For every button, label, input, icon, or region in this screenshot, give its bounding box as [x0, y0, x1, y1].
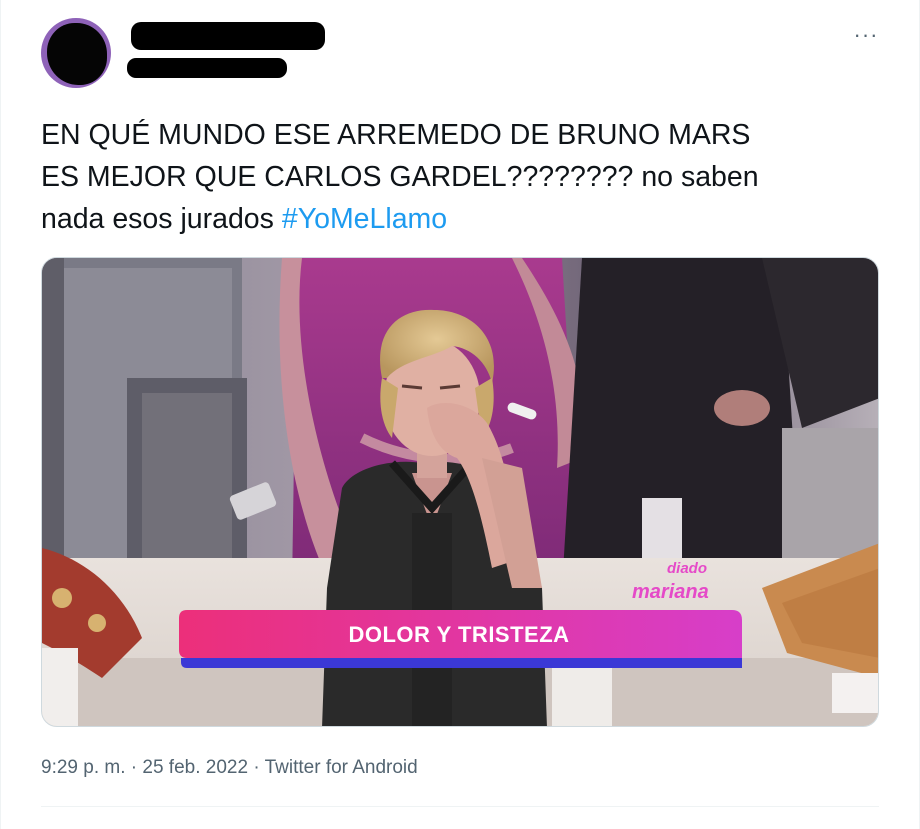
- hashtag-link[interactable]: #YoMeLlamo: [282, 203, 447, 235]
- tweet-source[interactable]: Twitter for Android: [265, 757, 418, 778]
- author-handle-redacted[interactable]: [127, 58, 287, 78]
- avatar-redaction: [47, 23, 107, 85]
- author-avatar[interactable]: [41, 18, 111, 88]
- tweet-media-image[interactable]: diado mariana DOLOR Y TRISTEZA: [41, 257, 879, 727]
- tweet-date[interactable]: 25 feb. 2022: [142, 757, 248, 778]
- brand-logo-bottom: mariana: [632, 581, 709, 603]
- tweet-card: ··· EN QUÉ MUNDO ESE ARREMEDO DE BRUNO M…: [0, 0, 920, 829]
- meta-separator-2: ·: [248, 757, 265, 778]
- tweet-text: EN QUÉ MUNDO ESE ARREMEDO DE BRUNO MARS …: [41, 114, 871, 240]
- tweet-meta: 9:29 p. m. · 25 feb. 2022 · Twitter for …: [41, 756, 418, 780]
- divider: [41, 806, 879, 807]
- author-name-redacted[interactable]: [131, 22, 325, 50]
- meta-separator: ·: [125, 757, 143, 778]
- more-options-icon[interactable]: ···: [851, 24, 881, 46]
- banner-caption: DOLOR Y TRISTEZA: [348, 622, 569, 647]
- brand-logo-top: diado: [667, 560, 707, 577]
- tv-still-image: diado mariana DOLOR Y TRISTEZA: [42, 258, 878, 726]
- tweet-time[interactable]: 9:29 p. m.: [41, 757, 126, 778]
